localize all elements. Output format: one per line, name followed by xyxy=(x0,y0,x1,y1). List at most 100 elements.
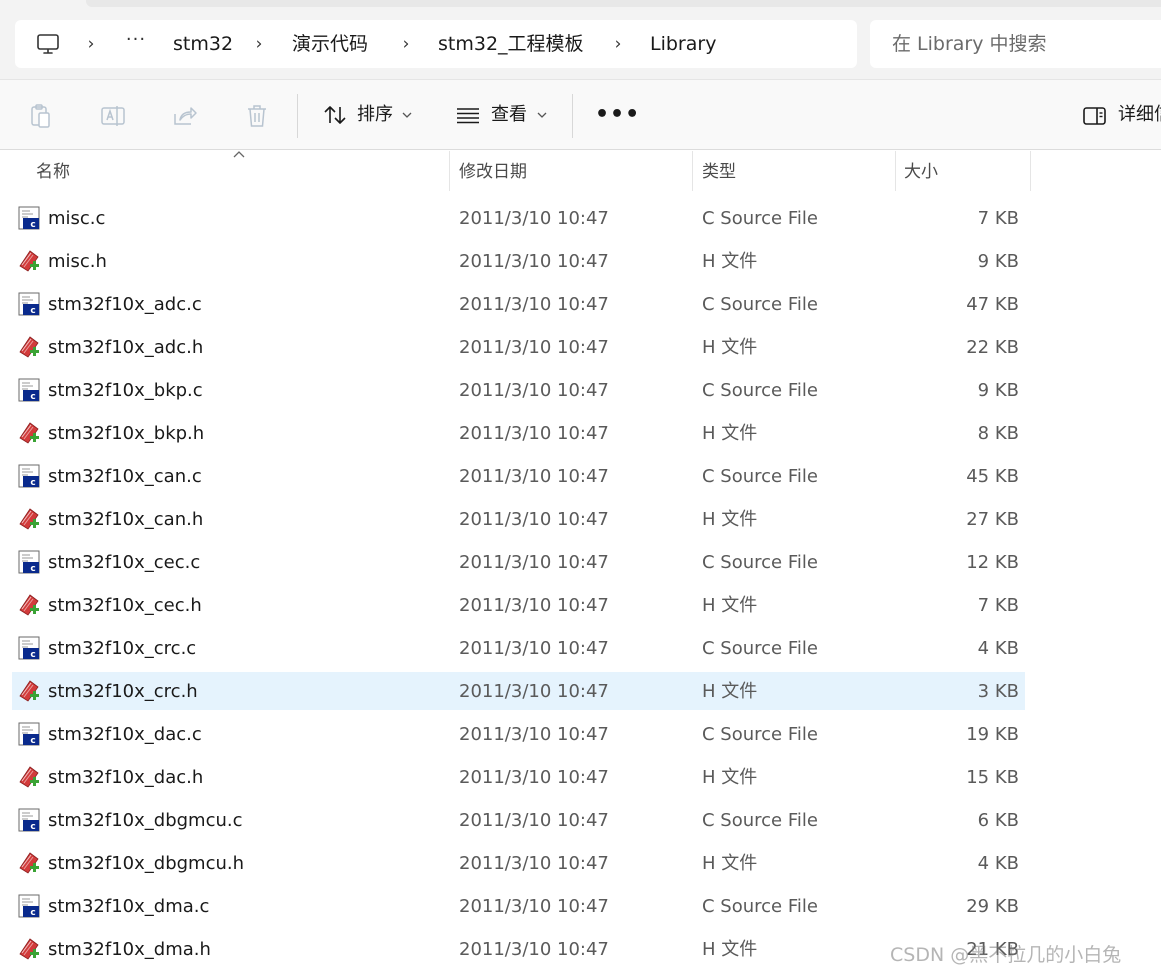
file-row[interactable]: stm32f10x_can.h 2011/3/10 10:47 H 文件 27 KB xyxy=(0,498,1161,541)
delete-icon[interactable] xyxy=(243,102,271,130)
search-placeholder: 在 Library 中搜索 xyxy=(892,33,1047,55)
file-name: stm32f10x_can.c xyxy=(48,466,202,487)
file-row[interactable]: stm32f10x_bkp.h 2011/3/10 10:47 H 文件 8 KB xyxy=(0,412,1161,455)
file-row[interactable]: stm32f10x_adc.h 2011/3/10 10:47 H 文件 22 KB xyxy=(0,326,1161,369)
file-size: 3 KB xyxy=(977,681,1019,702)
file-modified-date: 2011/3/10 10:47 xyxy=(459,380,609,401)
c-source-file-icon: c xyxy=(16,549,42,575)
details-label: 详细信息 xyxy=(1118,104,1161,125)
view-button[interactable]: 查看 xyxy=(454,97,554,133)
details-pane-button[interactable]: 详细信息 xyxy=(1082,97,1161,133)
address-area: › ··· stm32 › 演示代码 › stm32_工程模板 › Librar… xyxy=(0,0,1161,80)
file-modified-date: 2011/3/10 10:47 xyxy=(459,638,609,659)
svg-text:c: c xyxy=(30,564,35,574)
file-name: stm32f10x_cec.c xyxy=(48,552,201,573)
breadcrumb-demo-code[interactable]: 演示代码 xyxy=(292,32,368,56)
c-source-file-icon: c xyxy=(16,463,42,489)
breadcrumb-project-template[interactable]: stm32_工程模板 xyxy=(438,32,584,56)
svg-text:c: c xyxy=(30,220,35,230)
file-row[interactable]: stm32f10x_dac.h 2011/3/10 10:47 H 文件 15 KB xyxy=(0,756,1161,799)
svg-text:c: c xyxy=(30,392,35,402)
file-type: C Source File xyxy=(702,810,818,831)
file-row[interactable]: c stm32f10x_dbgmcu.c 2011/3/10 10:47 C Sour… xyxy=(0,799,1161,842)
file-modified-date: 2011/3/10 10:47 xyxy=(459,767,609,788)
file-size: 15 KB xyxy=(966,767,1019,788)
column-divider[interactable] xyxy=(895,151,896,191)
chevron-right-icon[interactable]: › xyxy=(612,32,624,56)
file-modified-date: 2011/3/10 10:47 xyxy=(459,337,609,358)
file-row[interactable]: c stm32f10x_adc.c 2011/3/10 10:47 C Source … xyxy=(0,283,1161,326)
file-row[interactable]: stm32f10x_dbgmcu.h 2011/3/10 10:47 H 文件 4 K… xyxy=(0,842,1161,885)
file-modified-date: 2011/3/10 10:47 xyxy=(459,853,609,874)
computer-icon[interactable] xyxy=(35,32,61,56)
svg-text:c: c xyxy=(30,478,35,488)
header-file-icon xyxy=(16,936,42,962)
file-row[interactable]: c stm32f10x_dac.c 2011/3/10 10:47 C Source … xyxy=(0,713,1161,756)
paste-icon[interactable] xyxy=(27,102,55,130)
column-divider[interactable] xyxy=(692,151,693,191)
file-type: H 文件 xyxy=(702,337,758,358)
chevron-right-icon[interactable]: › xyxy=(253,32,265,56)
column-divider[interactable] xyxy=(1030,151,1031,191)
file-modified-date: 2011/3/10 10:47 xyxy=(459,509,609,530)
tab-strip-edge xyxy=(86,0,1161,7)
column-divider[interactable] xyxy=(449,151,450,191)
file-name: stm32f10x_crc.c xyxy=(48,638,197,659)
rename-icon[interactable] xyxy=(99,102,127,130)
file-modified-date: 2011/3/10 10:47 xyxy=(459,208,609,229)
more-options-button[interactable]: ••• xyxy=(595,100,639,136)
file-name: stm32f10x_dac.c xyxy=(48,724,202,745)
svg-text:c: c xyxy=(30,306,35,316)
c-source-file-icon: c xyxy=(16,721,42,747)
search-input[interactable]: 在 Library 中搜索 xyxy=(870,20,1161,68)
file-type: H 文件 xyxy=(702,251,758,272)
breadcrumb-stm32[interactable]: stm32 xyxy=(173,32,233,56)
share-icon[interactable] xyxy=(171,102,199,130)
file-type: H 文件 xyxy=(702,853,758,874)
file-row[interactable]: c misc.c 2011/3/10 10:47 C Source File 7 KB xyxy=(0,197,1161,240)
file-row[interactable]: c stm32f10x_can.c 2011/3/10 10:47 C Source … xyxy=(0,455,1161,498)
breadcrumb-library[interactable]: Library xyxy=(650,32,716,56)
column-header-size[interactable]: 大小 xyxy=(904,151,938,193)
chevron-right-icon[interactable]: › xyxy=(400,32,412,56)
column-header-date[interactable]: 修改日期 xyxy=(459,151,527,193)
column-header-type[interactable]: 类型 xyxy=(702,151,736,193)
file-row[interactable]: stm32f10x_crc.h 2011/3/10 10:47 H 文件 3 KB xyxy=(0,670,1161,713)
file-modified-date: 2011/3/10 10:47 xyxy=(459,810,609,831)
file-type: H 文件 xyxy=(702,423,758,444)
file-size: 9 KB xyxy=(977,380,1019,401)
header-file-icon xyxy=(16,850,42,876)
file-row[interactable]: misc.h 2011/3/10 10:47 H 文件 9 KB xyxy=(0,240,1161,283)
file-size: 22 KB xyxy=(966,337,1019,358)
file-type: C Source File xyxy=(702,638,818,659)
file-row[interactable]: stm32f10x_cec.h 2011/3/10 10:47 H 文件 7 KB xyxy=(0,584,1161,627)
header-file-icon xyxy=(16,678,42,704)
view-label: 查看 xyxy=(491,104,527,125)
file-type: H 文件 xyxy=(702,681,758,702)
file-list: c misc.c 2011/3/10 10:47 C Source File 7 KB m… xyxy=(0,197,1161,971)
file-row[interactable]: c stm32f10x_cec.c 2011/3/10 10:47 C Source … xyxy=(0,541,1161,584)
svg-text:c: c xyxy=(30,822,35,832)
file-size: 29 KB xyxy=(966,896,1019,917)
file-type: H 文件 xyxy=(702,595,758,616)
file-type: H 文件 xyxy=(702,509,758,530)
toolbar-divider xyxy=(572,94,573,138)
file-row[interactable]: c stm32f10x_bkp.c 2011/3/10 10:47 C Source … xyxy=(0,369,1161,412)
file-name: stm32f10x_crc.h xyxy=(48,681,198,702)
header-file-icon xyxy=(16,592,42,618)
column-header-name[interactable]: 名称 xyxy=(36,151,70,193)
chevron-down-icon xyxy=(537,112,547,118)
file-row[interactable]: c stm32f10x_crc.c 2011/3/10 10:47 C Source … xyxy=(0,627,1161,670)
address-bar[interactable]: › ··· stm32 › 演示代码 › stm32_工程模板 › Librar… xyxy=(15,20,857,68)
sort-icon xyxy=(324,106,346,124)
chevron-right-icon[interactable]: › xyxy=(85,32,97,56)
file-modified-date: 2011/3/10 10:47 xyxy=(459,724,609,745)
file-name: stm32f10x_dma.h xyxy=(48,939,211,960)
file-size: 6 KB xyxy=(977,810,1019,831)
file-type: C Source File xyxy=(702,466,818,487)
breadcrumb-overflow[interactable]: ··· xyxy=(123,30,149,54)
file-modified-date: 2011/3/10 10:47 xyxy=(459,251,609,272)
file-row[interactable]: c stm32f10x_dma.c 2011/3/10 10:47 C Source … xyxy=(0,885,1161,928)
file-modified-date: 2011/3/10 10:47 xyxy=(459,595,609,616)
sort-button[interactable]: 排序 xyxy=(320,97,420,133)
